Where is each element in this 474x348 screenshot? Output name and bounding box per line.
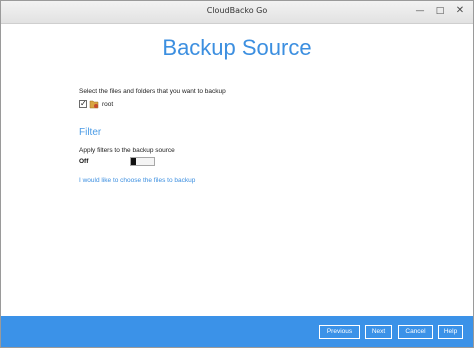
filter-heading: Filter: [79, 127, 102, 138]
help-button[interactable]: Help: [438, 325, 463, 339]
next-button[interactable]: Next: [365, 325, 392, 339]
root-label[interactable]: root: [102, 101, 113, 108]
title-bar[interactable]: CloudBacko Go — □ ✕: [1, 1, 473, 24]
source-instruction: Select the files and folders that you wa…: [79, 88, 226, 95]
filter-state-label: Off: [79, 158, 89, 165]
root-folder-icon: [89, 100, 99, 109]
filter-toggle[interactable]: [130, 157, 155, 166]
footer-bar: Previous Next Cancel Help: [1, 316, 473, 347]
filter-description: Apply filters to the backup source: [79, 147, 175, 154]
maximize-icon[interactable]: □: [433, 4, 447, 18]
toggle-knob[interactable]: [131, 158, 136, 165]
root-checkbox[interactable]: ✓: [79, 99, 87, 108]
previous-button[interactable]: Previous: [319, 325, 360, 339]
page-title: Backup Source: [162, 35, 312, 60]
choose-files-link[interactable]: I would like to choose the files to back…: [79, 177, 195, 184]
window-title: CloudBacko Go: [206, 6, 268, 15]
checkmark-icon: ✓: [80, 99, 87, 108]
cancel-button[interactable]: Cancel: [398, 325, 433, 339]
minimize-icon[interactable]: —: [413, 4, 427, 18]
app-window: CloudBacko Go — □ ✕ Backup Source Select…: [0, 0, 474, 348]
close-icon[interactable]: ✕: [453, 4, 467, 18]
